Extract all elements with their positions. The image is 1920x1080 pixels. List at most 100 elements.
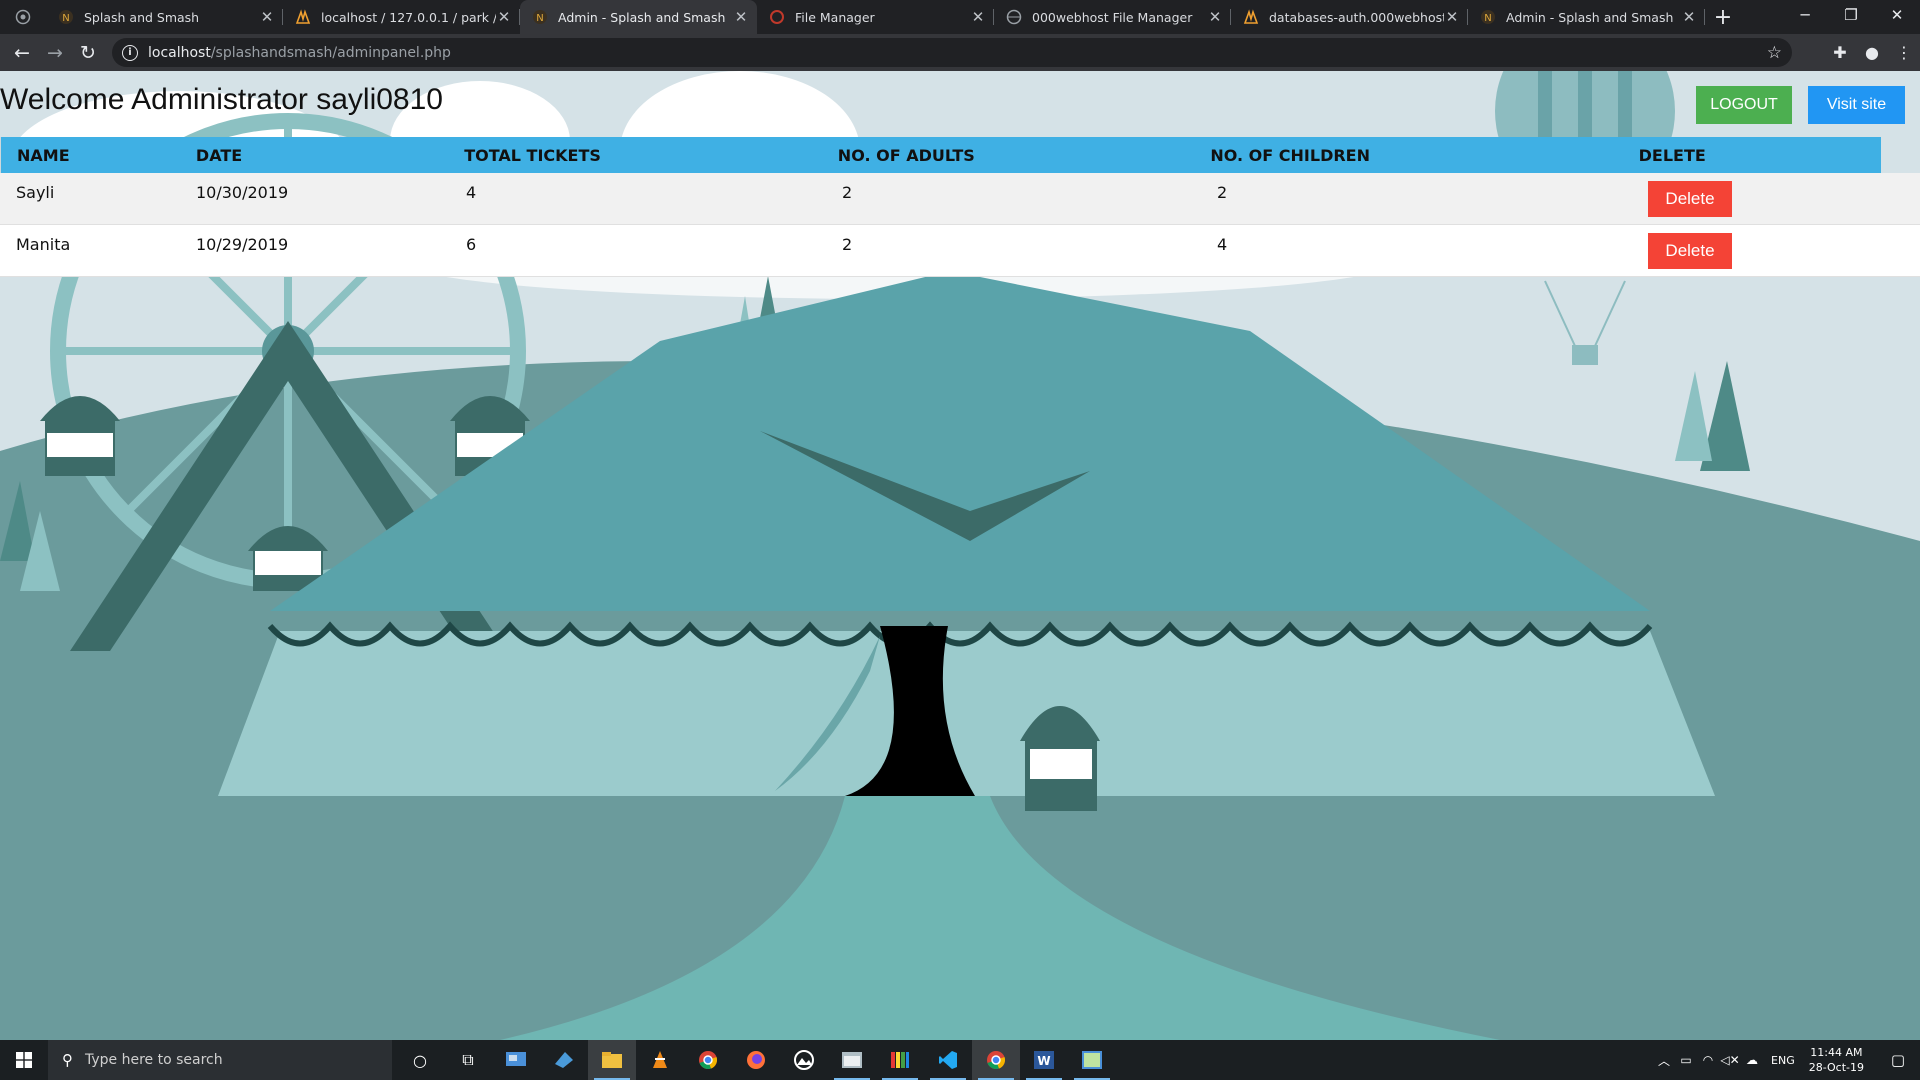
column-header-delete: DELETE — [1638, 145, 1706, 165]
windows-taskbar: ⚲ Type here to search ○ ⧉ W ︿ ▭ ◠ ◁✕ ☁ E… — [0, 1040, 1920, 1080]
minimize-icon[interactable]: ─ — [1782, 0, 1828, 30]
logout-button[interactable]: LOGOUT — [1696, 86, 1792, 124]
battery-icon[interactable]: ▭ — [1675, 1053, 1697, 1067]
app-icon-window[interactable] — [828, 1040, 876, 1080]
cell-name: Manita — [16, 235, 71, 254]
windows-start-icon[interactable] — [0, 1040, 48, 1080]
close-icon[interactable]: ✕ — [733, 8, 749, 26]
image-viewer-icon[interactable] — [1068, 1040, 1116, 1080]
site-icon: N — [1481, 10, 1495, 24]
chrome-active-icon[interactable] — [972, 1040, 1020, 1080]
cell-delete: Delete — [1632, 173, 1892, 224]
delete-button[interactable]: Delete — [1648, 181, 1732, 217]
tab-title: File Manager — [795, 9, 875, 25]
tab-title: Admin - Splash and Smash — [558, 9, 726, 25]
chevron-up-icon[interactable]: ︿ — [1653, 1052, 1675, 1069]
cell-adults: 2 — [842, 183, 853, 202]
clock-time: 11:44 AM — [1810, 1046, 1863, 1059]
browser-tab-4[interactable]: File Manager ✕ — [757, 0, 994, 34]
site-icon: N — [59, 10, 73, 24]
taskbar-search-box[interactable]: ⚲ Type here to search — [48, 1040, 392, 1080]
column-header-name: NAME — [17, 145, 70, 165]
forward-arrow-icon[interactable]: → — [39, 38, 71, 68]
restore-icon[interactable]: ❐ — [1828, 0, 1874, 30]
table-header-row: NAME DATE TOTAL TICKETS NO. OF ADULTS NO… — [0, 137, 1881, 173]
search-placeholder: Type here to search — [85, 1052, 223, 1068]
filemanager-icon — [770, 10, 784, 24]
app-icon-bird[interactable] — [540, 1040, 588, 1080]
browser-tab-7[interactable]: N Admin - Splash and Smash ✕ — [1468, 0, 1705, 34]
url-text: localhost/splashandsmash/adminpanel.php — [148, 45, 451, 61]
svg-text:W: W — [1037, 1054, 1050, 1068]
phpmyadmin-icon — [295, 9, 311, 24]
profile-avatar-icon[interactable]: ● — [1856, 43, 1888, 62]
cell-total-tickets: 4 — [466, 183, 477, 202]
vlc-icon[interactable] — [636, 1040, 684, 1080]
cell-date: 10/29/2019 — [196, 235, 289, 254]
onedrive-cloud-icon[interactable]: ☁ — [1741, 1053, 1763, 1067]
vscode-icon[interactable] — [924, 1040, 972, 1080]
table-row: Manita 10/29/2019 6 2 4 Delete — [0, 225, 1920, 277]
cell-children: 4 — [1217, 235, 1228, 254]
cell-children: 2 — [1217, 183, 1228, 202]
browser-toolbar: ← → ↻ i localhost/splashandsmash/adminpa… — [0, 34, 1920, 71]
tab-title: Admin - Splash and Smash — [1506, 9, 1674, 25]
volume-muted-icon[interactable]: ◁✕ — [1719, 1053, 1741, 1067]
close-icon[interactable]: ✕ — [1681, 8, 1697, 26]
table-row: Sayli 10/30/2019 4 2 2 Delete — [0, 173, 1920, 225]
app-icon-library[interactable] — [876, 1040, 924, 1080]
svg-text:N: N — [62, 13, 69, 24]
extensions-puzzle-icon[interactable]: ✚ — [1824, 43, 1856, 62]
chrome-icon[interactable] — [684, 1040, 732, 1080]
menu-kebab-icon[interactable]: ⋮ — [1888, 43, 1920, 62]
close-icon[interactable]: ✕ — [496, 8, 512, 26]
browser-tab-2[interactable]: localhost / 127.0.0.1 / park / boo ✕ — [283, 0, 520, 34]
cell-adults: 2 — [842, 235, 853, 254]
tab-title: Splash and Smash — [84, 9, 200, 25]
language-indicator[interactable]: ENG — [1771, 1054, 1795, 1067]
close-icon[interactable]: ✕ — [1444, 8, 1460, 26]
tab-title: 000webhost File Manager — [1032, 9, 1193, 25]
info-icon[interactable]: i — [122, 44, 138, 61]
page-viewport: Welcome Administrator sayli0810 LOGOUT V… — [0, 71, 1920, 1040]
bookmark-star-icon[interactable]: ☆ — [1767, 43, 1782, 63]
reload-icon[interactable]: ↻ — [72, 38, 104, 68]
new-tab-button[interactable]: + — [1705, 0, 1741, 34]
browser-tab-6[interactable]: databases-auth.000webhost.con ✕ — [1231, 0, 1468, 34]
svg-text:N: N — [1484, 13, 1491, 24]
close-icon[interactable]: ✕ — [259, 8, 275, 26]
url-path: /splashandsmash/adminpanel.php — [210, 44, 451, 61]
word-icon[interactable]: W — [1020, 1040, 1068, 1080]
page-title: Welcome Administrator sayli0810 — [0, 83, 443, 116]
browser-tab-1[interactable]: N Splash and Smash ✕ — [46, 0, 283, 34]
cortana-icon[interactable]: ○ — [396, 1040, 444, 1080]
firefox-icon[interactable] — [732, 1040, 780, 1080]
notification-icon[interactable]: ▢ — [1876, 1051, 1920, 1069]
close-window-icon[interactable]: ✕ — [1874, 0, 1920, 30]
window-controls: ─ ❐ ✕ — [1782, 0, 1920, 34]
system-tray: ︿ ▭ ◠ ◁✕ ☁ ENG 11:44 AM 28-Oct-19 ▢ — [1653, 1040, 1920, 1080]
close-icon[interactable]: ✕ — [1207, 8, 1223, 26]
visit-site-button[interactable]: Visit site — [1808, 86, 1905, 124]
column-header-date: DATE — [195, 145, 243, 165]
photos-icon[interactable] — [780, 1040, 828, 1080]
tab-title: databases-auth.000webhost.con — [1269, 9, 1444, 25]
browser-tab-5[interactable]: 000webhost File Manager ✕ — [994, 0, 1231, 34]
delete-button[interactable]: Delete — [1648, 233, 1732, 269]
column-header-total-tickets: TOTAL TICKETS — [464, 145, 601, 165]
search-icon: ⚲ — [62, 1051, 73, 1069]
tab-search-icon[interactable] — [0, 0, 46, 34]
site-icon: N — [533, 10, 547, 24]
column-header-adults: NO. OF ADULTS — [837, 145, 975, 165]
task-view-icon[interactable]: ⧉ — [444, 1040, 492, 1080]
address-bar[interactable]: i localhost/splashandsmash/adminpanel.ph… — [112, 38, 1792, 67]
phpmyadmin-icon — [1243, 9, 1259, 24]
wifi-icon[interactable]: ◠ — [1697, 1053, 1719, 1067]
app-icon-monitor[interactable] — [492, 1040, 540, 1080]
file-explorer-icon[interactable] — [588, 1040, 636, 1080]
bookings-table: NAME DATE TOTAL TICKETS NO. OF ADULTS NO… — [0, 137, 1920, 277]
back-arrow-icon[interactable]: ← — [6, 38, 38, 68]
close-icon[interactable]: ✕ — [970, 8, 986, 26]
clock[interactable]: 11:44 AM 28-Oct-19 — [1809, 1045, 1864, 1075]
browser-tab-3[interactable]: N Admin - Splash and Smash ✕ — [520, 0, 757, 34]
